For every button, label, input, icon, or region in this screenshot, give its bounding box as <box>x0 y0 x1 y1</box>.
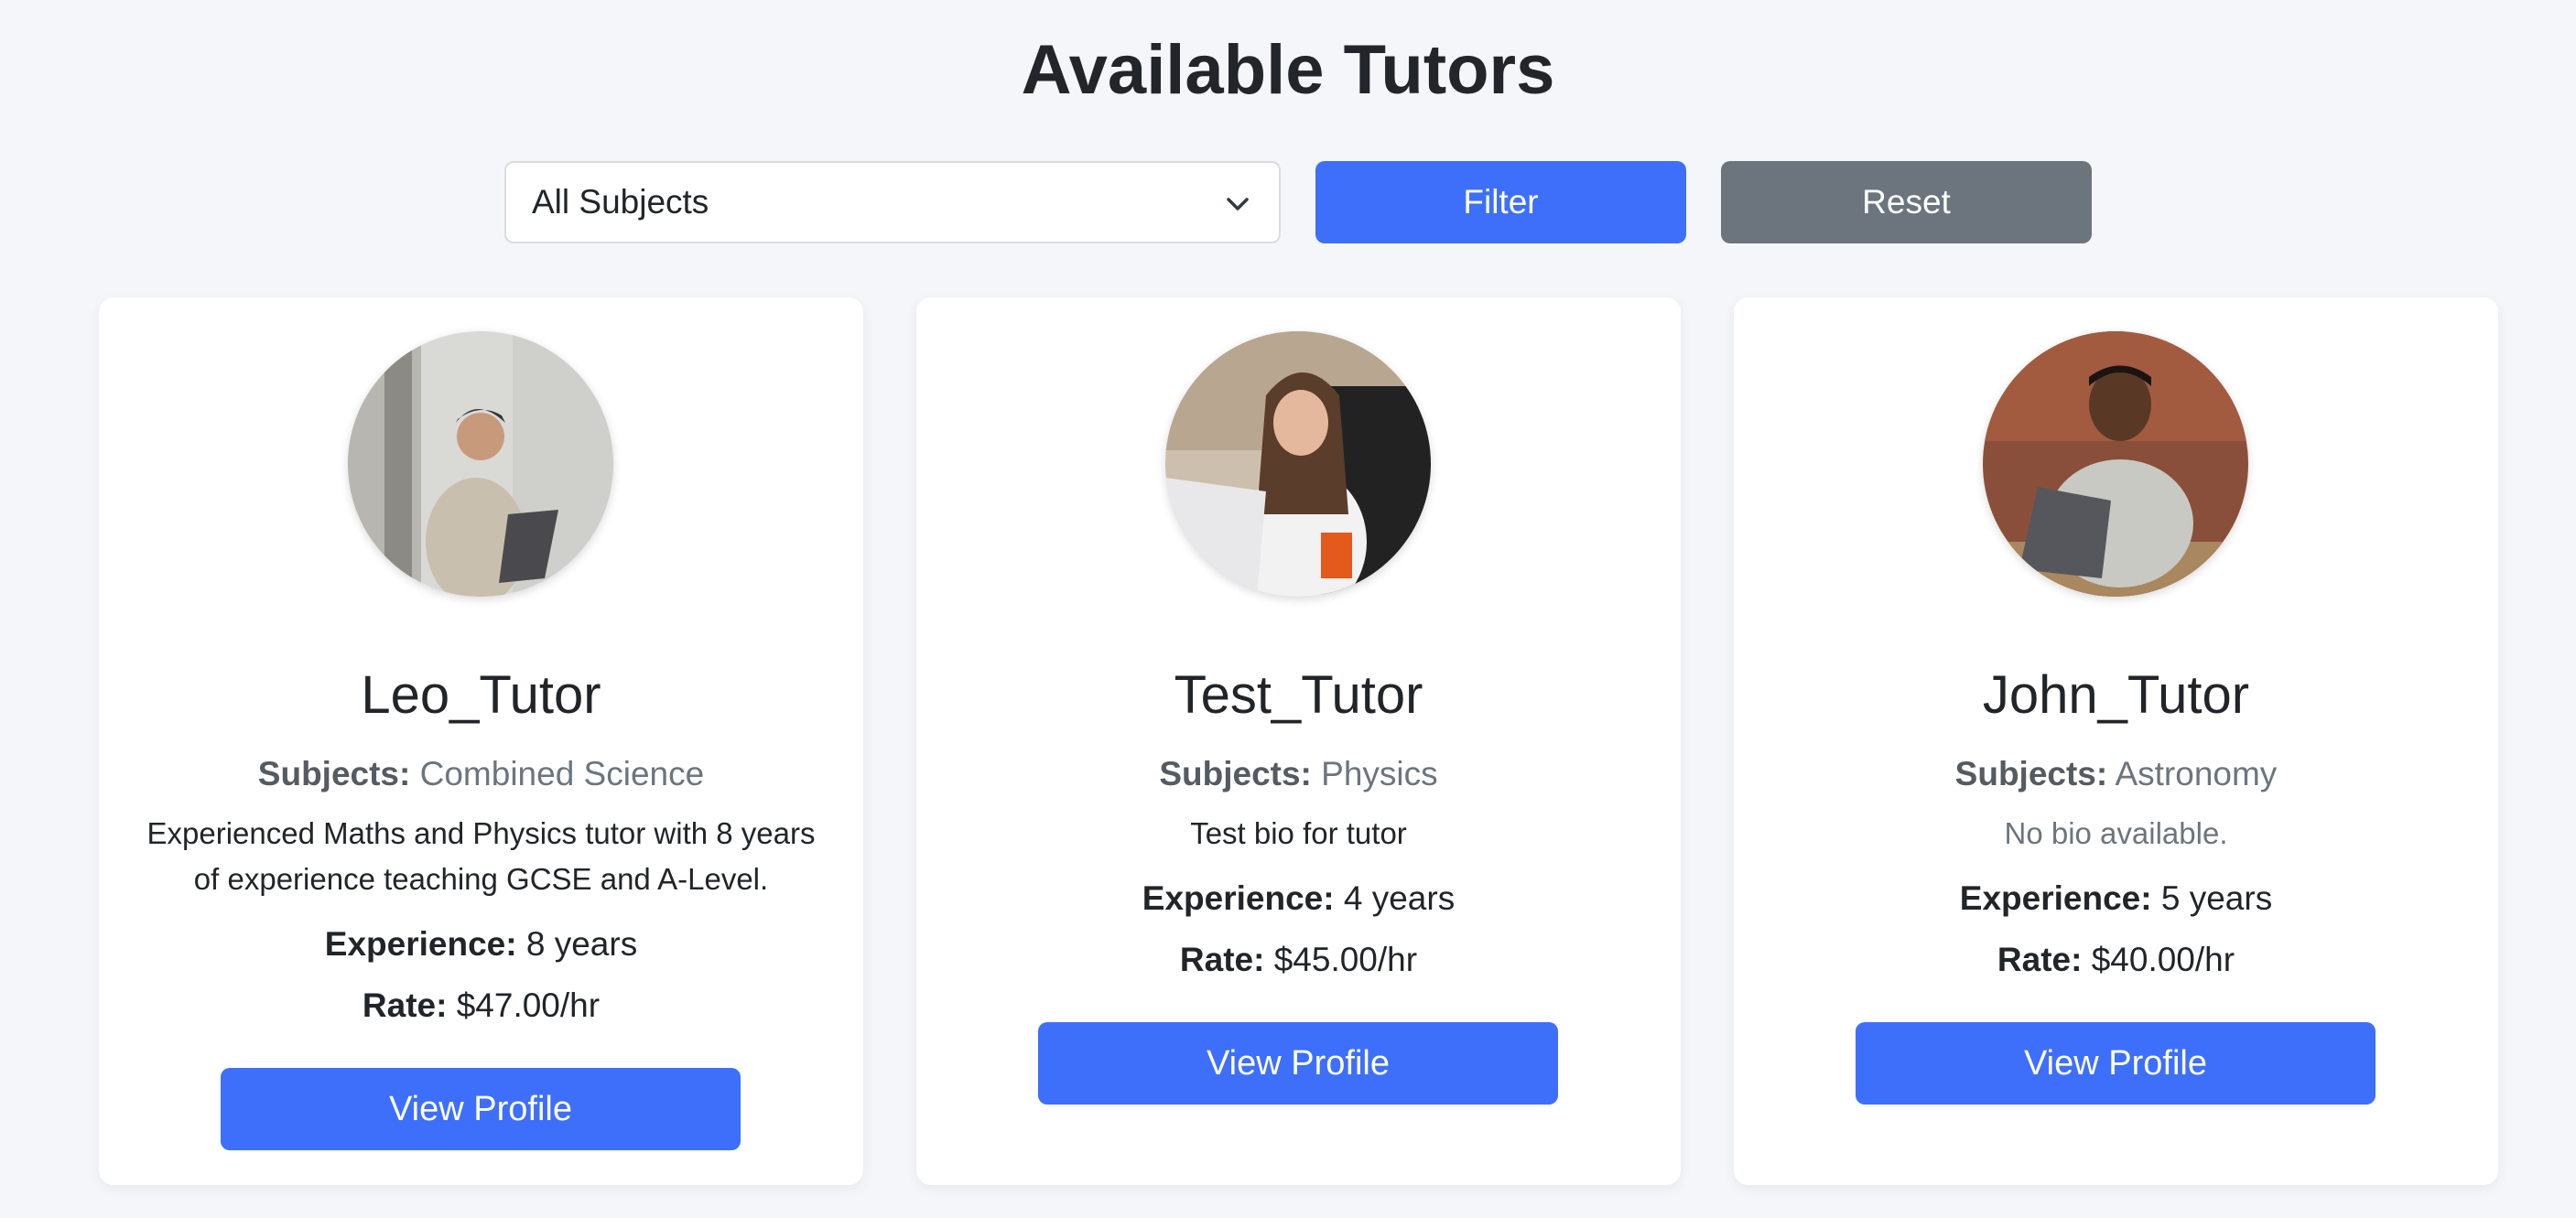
view-profile-button[interactable]: View Profile <box>1038 1022 1558 1105</box>
view-profile-button[interactable]: View Profile <box>221 1068 741 1150</box>
filter-bar: All Subjects Filter Reset <box>0 161 2576 243</box>
tutor-avatar <box>1165 331 1431 597</box>
subjects-label: Subjects: <box>1159 755 1312 792</box>
tutor-experience: Experience: 4 years <box>916 878 1681 920</box>
tutor-card: Test_Tutor Subjects: Physics Test bio fo… <box>916 297 1681 1185</box>
subjects-value: Astronomy <box>2115 755 2278 792</box>
tutor-subjects: Subjects: Physics <box>916 753 1681 795</box>
experience-value: 8 years <box>525 925 638 963</box>
tutor-name: Leo_Tutor <box>361 665 601 725</box>
experience-value: 4 years <box>1343 879 1456 917</box>
experience-label: Experience: <box>324 925 517 963</box>
tutor-avatar <box>348 331 613 597</box>
rate-label: Rate: <box>1179 941 1265 978</box>
tutor-rate: Rate: $40.00/hr <box>1734 939 2498 981</box>
tutor-rate: Rate: $47.00/hr <box>99 985 863 1027</box>
rate-value: $45.00/hr <box>1273 941 1418 978</box>
tutor-bio: Test bio for tutor <box>1190 816 1407 850</box>
subjects-value: Physics <box>1321 755 1438 792</box>
filter-button[interactable]: Filter <box>1315 161 1686 243</box>
tutor-name: Test_Tutor <box>1174 665 1423 725</box>
experience-value: 5 years <box>2160 879 2273 917</box>
tutor-card: John_Tutor Subjects: Astronomy No bio av… <box>1734 297 2498 1185</box>
tutor-experience: Experience: 8 years <box>99 923 863 965</box>
subject-select-value: All Subjects <box>532 183 709 221</box>
tutor-card: Leo_Tutor Subjects: Combined Science Exp… <box>99 297 863 1185</box>
rate-label: Rate: <box>1997 941 2083 978</box>
tutor-photo <box>348 331 613 597</box>
tutor-name: John_Tutor <box>1982 665 2250 725</box>
page-title: Available Tutors <box>1021 31 1555 109</box>
tutor-bio: No bio available. <box>2004 816 2228 850</box>
view-profile-button[interactable]: View Profile <box>1856 1022 2376 1105</box>
tutor-subjects: Subjects: Combined Science <box>99 753 863 795</box>
rate-label: Rate: <box>362 986 448 1024</box>
reset-button[interactable]: Reset <box>1721 161 2092 243</box>
tutor-bio: Experienced Maths and Physics tutor with… <box>146 816 816 896</box>
subjects-label: Subjects: <box>257 755 411 792</box>
tutor-avatar <box>1983 331 2248 597</box>
tutor-experience: Experience: 5 years <box>1734 878 2498 920</box>
experience-label: Experience: <box>1959 879 2152 917</box>
experience-label: Experience: <box>1142 879 1335 917</box>
rate-value: $47.00/hr <box>456 986 601 1024</box>
tutor-rate: Rate: $45.00/hr <box>916 939 1681 981</box>
tutor-subjects: Subjects: Astronomy <box>1734 753 2498 795</box>
tutor-photo <box>1165 331 1431 597</box>
rate-value: $40.00/hr <box>2091 941 2235 978</box>
tutor-photo <box>1983 331 2248 597</box>
subject-select[interactable]: All Subjects <box>504 161 1281 243</box>
subjects-label: Subjects: <box>1954 755 2108 792</box>
subjects-value: Combined Science <box>419 755 705 792</box>
chevron-down-icon <box>1227 198 1249 210</box>
